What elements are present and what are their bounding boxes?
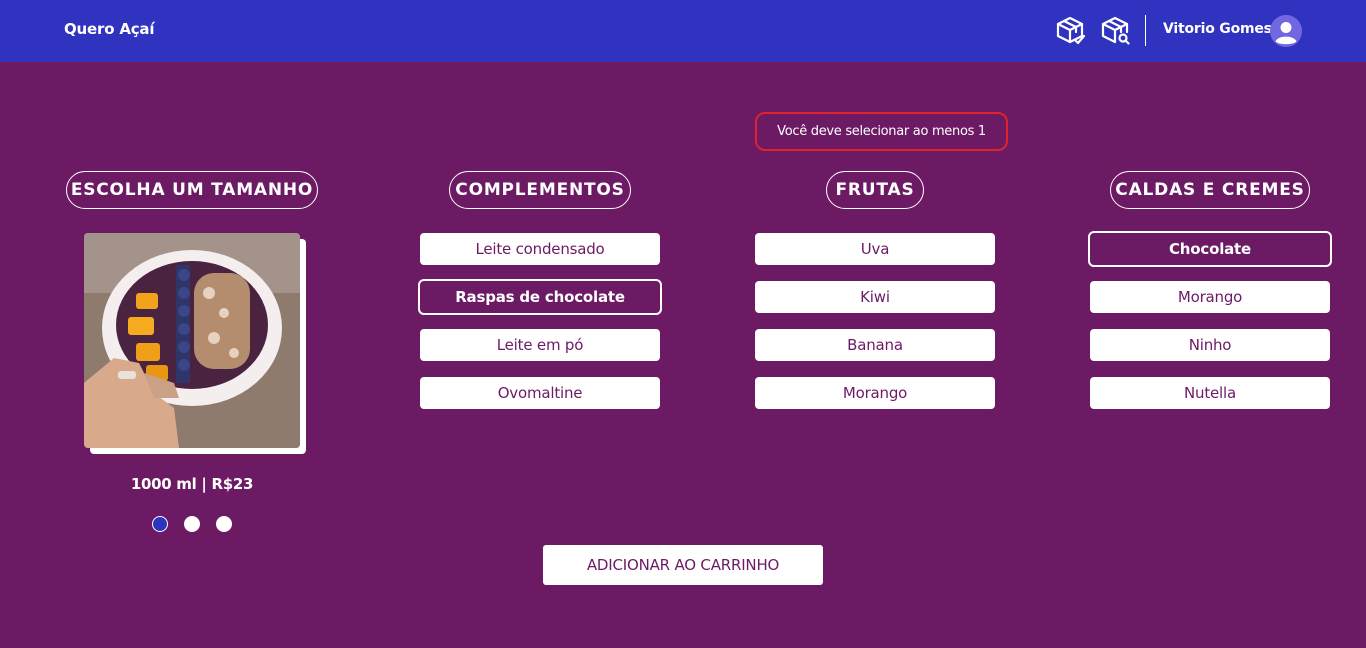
logo[interactable]: Quero Açaí <box>64 20 154 38</box>
option-leite-condensado[interactable]: Leite condensado <box>420 233 660 265</box>
header-divider <box>1145 15 1146 46</box>
option-morango-fruta[interactable]: Morango <box>755 377 995 409</box>
add-to-cart-button[interactable]: ADICIONAR AO CARRINHO <box>543 545 823 585</box>
size-dot-1[interactable] <box>152 516 168 532</box>
option-morango-calda[interactable]: Morango <box>1090 281 1330 313</box>
top-navbar: Quero Açaí Vitorio Gomes <box>0 0 1366 62</box>
option-leite-em-po[interactable]: Leite em pó <box>420 329 660 361</box>
box-search-icon[interactable] <box>1100 15 1130 47</box>
option-raspas-de-chocolate[interactable]: Raspas de chocolate <box>418 279 662 315</box>
acai-bowl-image <box>84 233 300 448</box>
caldas-section-title: CALDAS E CREMES <box>1110 171 1310 209</box>
complementos-section-title: COMPLEMENTOS <box>449 171 631 209</box>
option-banana[interactable]: Banana <box>755 329 995 361</box>
box-check-icon[interactable] <box>1055 15 1086 47</box>
option-chocolate[interactable]: Chocolate <box>1088 231 1332 267</box>
option-ovomaltine[interactable]: Ovomaltine <box>420 377 660 409</box>
size-section-title: ESCOLHA UM TAMANHO <box>66 171 318 209</box>
option-ninho[interactable]: Ninho <box>1090 329 1330 361</box>
size-dot-3[interactable] <box>216 516 232 532</box>
selection-warning: Você deve selecionar ao menos 1 <box>755 112 1008 151</box>
username[interactable]: Vitorio Gomes <box>1163 21 1272 37</box>
size-price-label: 1000 ml | R$23 <box>130 475 254 493</box>
option-nutella[interactable]: Nutella <box>1090 377 1330 409</box>
option-uva[interactable]: Uva <box>755 233 995 265</box>
user-avatar-icon[interactable] <box>1270 15 1302 47</box>
option-kiwi[interactable]: Kiwi <box>755 281 995 313</box>
frutas-section-title: FRUTAS <box>826 171 924 209</box>
size-dot-2[interactable] <box>184 516 200 532</box>
